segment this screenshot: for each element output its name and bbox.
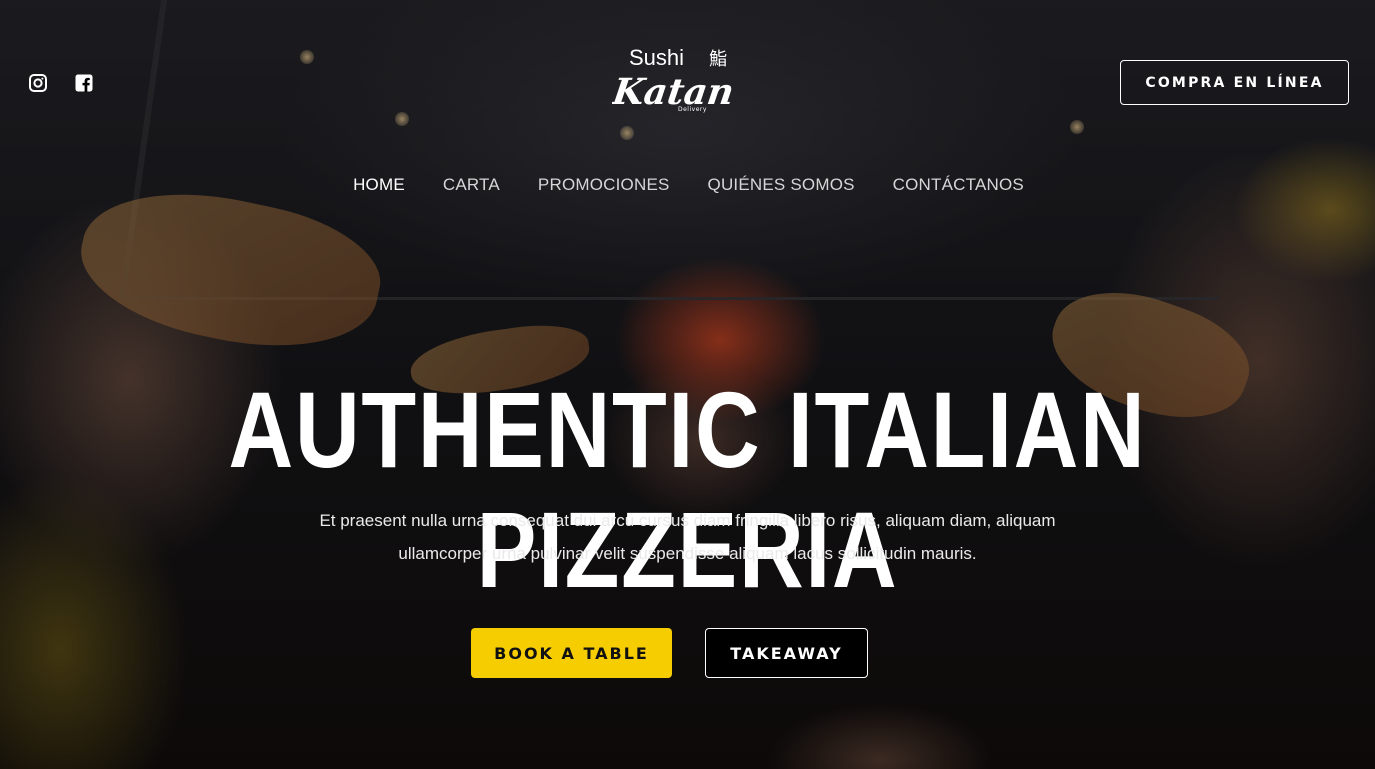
main-nav: HOME CARTA PROMOCIONES QUIÉNES SOMOS CON… — [0, 175, 1375, 195]
brand-logo[interactable]: Sushi 鮨 Katan Delivery — [612, 42, 752, 132]
logo-kanji-text: 鮨 — [709, 49, 727, 70]
hero-subtitle: Et praesent nulla urna consequat dui arc… — [319, 511, 1056, 563]
logo-top-text: Sushi — [629, 45, 684, 70]
facebook-icon[interactable] — [75, 74, 93, 92]
nav-item-home[interactable]: HOME — [353, 175, 405, 195]
nav-item-quienes-somos[interactable]: QUIÉNES SOMOS — [708, 175, 855, 195]
logo-main-text: Katan — [612, 70, 737, 113]
buy-online-button[interactable]: COMPRA EN LÍNEA — [1120, 60, 1349, 105]
takeaway-button[interactable]: TAKEAWAY — [705, 628, 868, 678]
social-links — [29, 74, 93, 92]
nav-item-contactanos[interactable]: CONTÁCTANOS — [893, 175, 1024, 195]
logo-sub-text: Delivery — [678, 106, 707, 113]
nav-item-carta[interactable]: CARTA — [443, 175, 500, 195]
nav-item-promociones[interactable]: PROMOCIONES — [538, 175, 670, 195]
book-table-button[interactable]: BOOK A TABLE — [471, 628, 672, 678]
hero-title: AUTHENTIC ITALIAN PIZZERIA — [228, 369, 1147, 610]
instagram-icon[interactable] — [29, 74, 47, 92]
